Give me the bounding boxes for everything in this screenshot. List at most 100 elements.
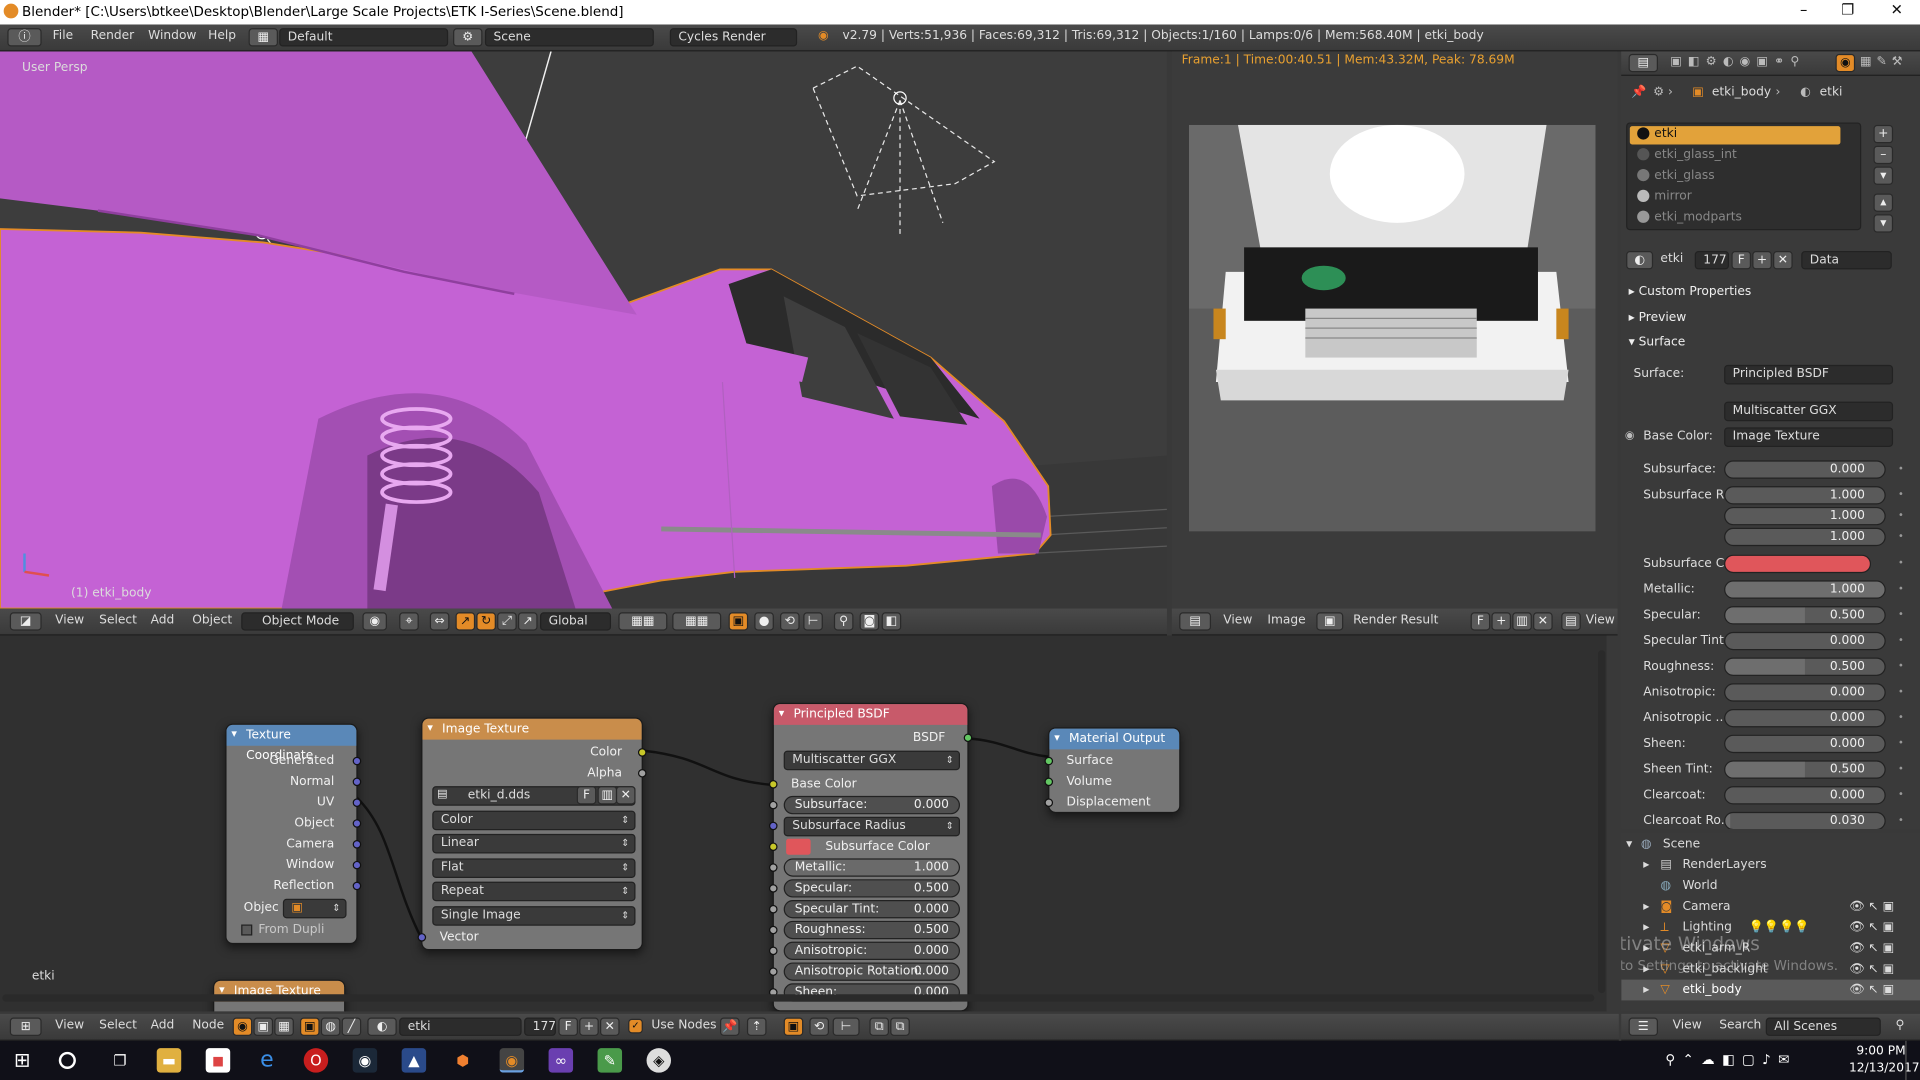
render-view[interactable]: Frame:1 | Time:00:40.51 | Mem:43.32M, Pe… (1171, 51, 1618, 609)
node-menu-node[interactable]: Node (192, 1019, 224, 1032)
texcoord-object-field[interactable]: ▣ (282, 898, 347, 919)
keyframe-dot-icon[interactable]: • (1898, 463, 1904, 474)
breadcrumb-material[interactable]: etki (1820, 86, 1843, 99)
socket-specular-tint[interactable] (768, 904, 778, 914)
socket-generated[interactable] (352, 756, 362, 766)
slot-mirror[interactable]: mirror (1654, 190, 1691, 203)
minimize-button[interactable]: – (1785, 1, 1822, 23)
keyframe-dot-icon[interactable]: • (1898, 583, 1904, 594)
camera-render-icon[interactable]: ◧ (881, 612, 902, 631)
photoshop-icon[interactable]: ▲ (401, 1048, 427, 1073)
mode-select[interactable]: Object Mode (241, 612, 354, 631)
shading-icon[interactable]: ◉ (362, 612, 387, 631)
prop-row-value-field[interactable] (1724, 554, 1872, 574)
specular-tint-field[interactable]: Specular Tint: 0.000 (783, 900, 961, 919)
socket-surface-in[interactable] (1044, 756, 1054, 766)
keyframe-dot-icon[interactable]: • (1898, 489, 1904, 500)
node-paste-icon[interactable]: ⧉ (890, 1017, 910, 1036)
color-space-select[interactable]: Color (432, 810, 636, 831)
socket-vector-in[interactable] (417, 933, 427, 942)
go-parent-icon[interactable]: ⇡ (746, 1017, 767, 1036)
keyframe-dot-icon[interactable]: • (1898, 609, 1904, 620)
file-explorer-icon[interactable]: ▬ (156, 1048, 182, 1073)
node-vscrollbar[interactable] (1597, 650, 1606, 994)
keyframe-dot-icon[interactable]: • (1898, 509, 1904, 520)
node-hscrollbar[interactable] (2, 994, 1595, 1002)
menu-window[interactable]: Window (148, 29, 196, 42)
layers-2-icon[interactable]: ▦▦ (672, 612, 722, 631)
socket-roughness[interactable] (768, 925, 778, 935)
render-preview-icon[interactable]: ◙ (859, 612, 880, 631)
socket-anisotropic[interactable] (768, 946, 778, 956)
material-new-icon[interactable]: + (579, 1017, 599, 1036)
shader-nodes-icon[interactable]: ◉ (232, 1017, 253, 1036)
material-browse-icon[interactable]: ◐ (367, 1017, 397, 1036)
world-shader-icon[interactable]: ◍ (320, 1017, 341, 1036)
lock-layer-icon[interactable]: ▣ (728, 612, 749, 631)
linestyle-icon[interactable]: ╱ (341, 1017, 362, 1036)
opera-icon[interactable]: O (303, 1048, 329, 1073)
prop-row-value-field[interactable]: 0.000 (1724, 708, 1886, 728)
socket-base-color[interactable] (768, 780, 778, 789)
transform-icon[interactable]: ↗ (517, 612, 538, 631)
scene-field[interactable]: Scene (484, 28, 654, 47)
node-snap-icon[interactable]: ⟲ (809, 1017, 829, 1036)
rotate-icon[interactable]: ↻ (476, 612, 496, 631)
render-image-name[interactable]: Render Result (1353, 613, 1438, 626)
keyframe-dot-icon[interactable]: • (1898, 763, 1904, 774)
app-icon[interactable]: ◈ (646, 1048, 672, 1073)
outliner-camera[interactable]: ▸ ◙ Camera 👁 ↖ ▣ (1621, 896, 1920, 917)
prop-row-value-field[interactable]: 1.000 (1724, 580, 1886, 599)
slot-etki-glass[interactable]: etki_glass (1654, 169, 1714, 182)
socket-displacement-in[interactable] (1044, 798, 1054, 807)
node-copy-icon[interactable]: ⧉ (869, 1017, 889, 1036)
section-custom-properties[interactable]: ▸ Custom Properties (1629, 285, 1752, 298)
roughness-field[interactable]: Roughness: 0.500 (783, 920, 961, 940)
texture-coordinate-node[interactable]: Texture Coordinate Generated Normal UV O… (225, 723, 362, 945)
image-fake-user[interactable]: F (576, 786, 597, 805)
image-texture-node[interactable]: Image Texture Color Alpha etki_d.dds ▤ F… (417, 717, 647, 951)
blender-taskbar-icon[interactable]: ◉ (499, 1048, 525, 1073)
prop-row-value-field[interactable]: 0.000 (1724, 683, 1886, 702)
outliner-etki-body[interactable]: ▸ ▽ etki_body 👁 ↖ ▣ (1621, 979, 1920, 1001)
origin-icon[interactable]: ⬢ (451, 1048, 475, 1072)
material-unlink-icon[interactable]: ✕ (600, 1017, 620, 1036)
prop-row-value-field[interactable]: 0.000 (1724, 631, 1886, 651)
section-surface[interactable]: ▾ Surface (1629, 336, 1686, 349)
backdrop-icon[interactable]: ▣ (783, 1017, 804, 1036)
keyframe-dot-icon[interactable]: • (1898, 789, 1904, 800)
prop-row-value-field[interactable]: 1.000 (1724, 506, 1886, 526)
scene-icon[interactable]: ⚙ (453, 28, 483, 47)
slot-specials-icon[interactable]: ▾ (1873, 166, 1894, 185)
socket-alpha-out[interactable] (637, 768, 647, 778)
prop-material-users[interactable]: 177 (1694, 251, 1729, 270)
outliner-renderlayers[interactable]: ▸ ▤ RenderLayers (1621, 855, 1920, 876)
socket-subsurface-radius[interactable] (768, 821, 778, 831)
node-snap-element-icon[interactable]: ⊢ (832, 1017, 860, 1036)
new-image-icon[interactable]: + (1491, 612, 1512, 631)
distribution-select[interactable]: Multiscatter GGX (783, 750, 961, 771)
from-dupli-checkbox[interactable] (241, 924, 253, 936)
manipulator-icon[interactable]: ⇔ (429, 612, 450, 631)
source-select[interactable]: Single Image (432, 906, 636, 926)
visual-studio-icon[interactable]: ∞ (548, 1048, 574, 1073)
socket-reflection[interactable] (352, 881, 362, 891)
socket-normal[interactable] (352, 777, 362, 787)
base-color-select[interactable]: Image Texture (1724, 427, 1894, 447)
node-editor[interactable]: Texture Coordinate Generated Normal UV O… (0, 635, 1607, 1012)
anisotropic-field[interactable]: Anisotropic: 0.000 (783, 941, 961, 961)
prop-row-value-field[interactable]: 0.000 (1724, 734, 1886, 754)
interpolation-select[interactable]: Linear (432, 833, 636, 854)
outliner-world[interactable]: ◍ World (1621, 876, 1920, 897)
image-browse-icon[interactable]: ▣ (1316, 612, 1344, 631)
render-view-label[interactable]: View (1586, 613, 1615, 626)
open-image-icon[interactable]: ▥ (1512, 612, 1532, 631)
outliner-menu-search[interactable]: Search (1719, 1019, 1761, 1032)
properties-editor-icon[interactable]: ▤ (1628, 53, 1658, 73)
keyframe-dot-icon[interactable]: • (1898, 686, 1904, 697)
section-preview[interactable]: ▸ Preview (1629, 311, 1687, 324)
prop-row-value-field[interactable]: 0.500 (1724, 606, 1886, 625)
material-fake-user[interactable]: F (558, 1017, 578, 1036)
scale-icon[interactable]: ⤢ (497, 612, 517, 631)
image-browse-icon[interactable]: ▤ (437, 789, 447, 801)
